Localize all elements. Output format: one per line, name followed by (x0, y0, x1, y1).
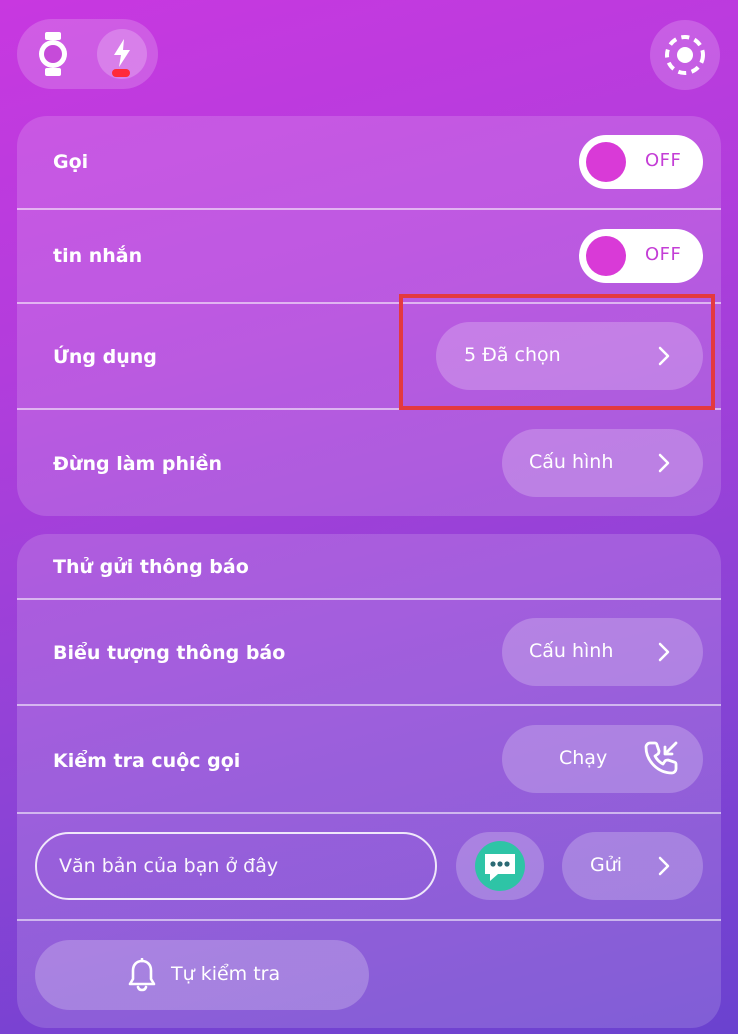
test-notification-card: Thử gửi thông báo Biểu tượng thông báo C… (17, 534, 721, 1028)
chevron-right-icon (658, 642, 670, 662)
watch-icon[interactable] (37, 31, 69, 77)
toggle-knob (586, 236, 626, 276)
dnd-row: Đừng làm phiền Cấu hình (17, 410, 721, 516)
toggle-knob (586, 142, 626, 182)
calls-label: Gọi (53, 151, 89, 173)
message-preview-button[interactable] (456, 832, 544, 900)
notif-icon-configure-button[interactable]: Cấu hình (502, 618, 703, 686)
send-button[interactable]: Gửi (562, 832, 703, 900)
self-test-button[interactable]: Tự kiểm tra (35, 940, 369, 1010)
power-indicator-dot (112, 69, 130, 77)
device-status-pill (17, 19, 158, 89)
notif-icon-label: Biểu tượng thông báo (53, 642, 286, 664)
apps-label: Ứng dụng (53, 346, 157, 368)
power-status-button[interactable] (97, 29, 147, 79)
run-label: Chạy (559, 747, 608, 769)
highlight-annotation-box (399, 294, 715, 410)
dnd-label: Đừng làm phiền (53, 453, 222, 475)
divider (17, 919, 721, 921)
chevron-right-icon (658, 856, 670, 876)
notif-icon-row: Biểu tượng thông báo Cấu hình (17, 600, 721, 704)
configure-label: Cấu hình (529, 451, 614, 473)
call-test-run-button[interactable]: Chạy (502, 725, 703, 793)
configure-label: Cấu hình (529, 640, 614, 662)
chat-message-icon (475, 841, 525, 891)
call-test-label: Kiểm tra cuộc gọi (53, 750, 241, 772)
toggle-state-text: OFF (645, 150, 682, 171)
bell-icon (128, 958, 156, 992)
send-label: Gửi (590, 854, 623, 876)
settings-dashed-circle-icon (665, 35, 705, 75)
call-test-row: Kiểm tra cuộc gọi Chạy (17, 706, 721, 812)
calls-toggle[interactable]: OFF (579, 135, 703, 189)
toggle-state-text: OFF (645, 244, 682, 265)
calls-row: Gọi OFF (17, 116, 721, 208)
settings-button[interactable] (650, 20, 720, 90)
dnd-configure-button[interactable]: Cấu hình (502, 429, 703, 497)
incoming-call-icon (644, 741, 678, 775)
custom-message-input[interactable] (35, 832, 437, 900)
self-test-label: Tự kiểm tra (171, 963, 281, 985)
chevron-right-icon (658, 453, 670, 473)
messages-toggle[interactable]: OFF (579, 229, 703, 283)
lightning-bolt-icon (114, 39, 130, 67)
divider (17, 812, 721, 814)
messages-row: tin nhắn OFF (17, 210, 721, 302)
messages-label: tin nhắn (53, 245, 143, 267)
test-section-title: Thử gửi thông báo (53, 556, 249, 578)
test-title-row: Thử gửi thông báo (17, 534, 721, 598)
